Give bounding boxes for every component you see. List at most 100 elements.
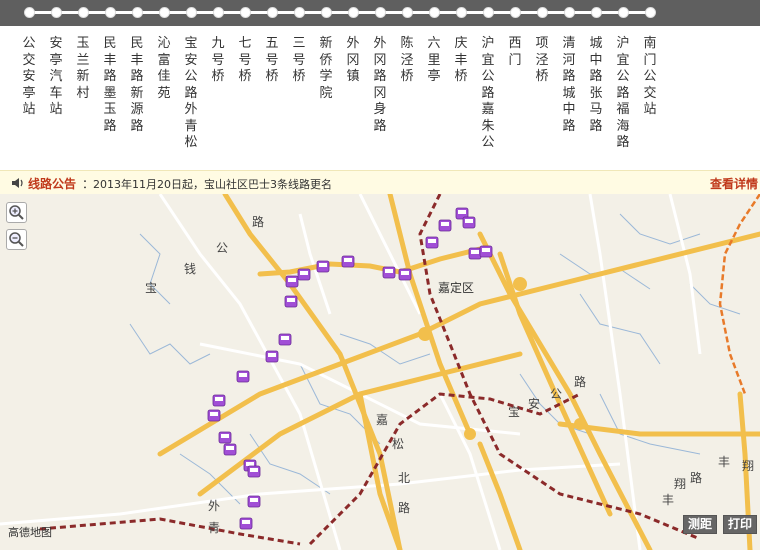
notice-label: 线路公告: [28, 177, 77, 191]
notice-text[interactable]: 2013年11月20日起，宝山社区巴士3条线路更名: [93, 176, 332, 192]
map-canvas[interactable]: 路 公 钱 宝 嘉定区 路 公 安 宝 嘉 松 北 路 外 青 丰 翔 路 翔 …: [0, 194, 760, 550]
route-stop-dot[interactable]: [132, 7, 143, 18]
bus-stop-icon[interactable]: [398, 268, 412, 281]
route-stop-dot[interactable]: [591, 7, 602, 18]
bus-stop-icon[interactable]: [265, 350, 279, 363]
measure-button[interactable]: 测距: [683, 515, 718, 534]
bus-stop-icon[interactable]: [236, 370, 250, 383]
route-stop-name[interactable]: 公交安亭站: [19, 36, 39, 119]
route-stop-name[interactable]: 沁富佳苑: [154, 36, 174, 102]
bus-stop-icon[interactable]: [462, 216, 476, 229]
route-stop-dot[interactable]: [402, 7, 413, 18]
route-stop-dot[interactable]: [483, 7, 494, 18]
route-stop-name[interactable]: 外冈镇: [343, 36, 363, 86]
zoom-in-button[interactable]: [6, 202, 27, 223]
route-stop-dot[interactable]: [186, 7, 197, 18]
bus-stop-icon[interactable]: [479, 245, 493, 258]
route-stop-name[interactable]: 玉兰新村: [73, 36, 93, 102]
route-stop-dot[interactable]: [51, 7, 62, 18]
bus-stop-icon[interactable]: [468, 247, 482, 260]
route-stop-name[interactable]: 沪宜公路福海路: [613, 36, 633, 152]
route-stop-name[interactable]: 民丰路墨玉路: [100, 36, 120, 135]
zoom-out-icon: [9, 232, 24, 247]
route-stop-dot[interactable]: [456, 7, 467, 18]
map-label-road-lu-br: 路: [690, 470, 702, 485]
route-stop-name[interactable]: 安亭汽车站: [46, 36, 66, 119]
map-label-road-xiang: 翔: [742, 459, 754, 473]
route-stop-dot[interactable]: [510, 7, 521, 18]
route-stop-name[interactable]: 民丰路新源路: [127, 36, 147, 135]
print-button[interactable]: 打印: [723, 515, 758, 534]
route-stop-dot[interactable]: [645, 7, 656, 18]
map-label-road-lu-bottom: 路: [398, 500, 410, 515]
notice-more-link[interactable]: 查看详情: [710, 175, 758, 192]
route-stop-name[interactable]: 西门: [505, 36, 525, 69]
route-stop-name[interactable]: 南门公交站: [640, 36, 660, 119]
minor-roads: [0, 194, 702, 550]
route-stop-dot[interactable]: [267, 7, 278, 18]
route-stop-dot[interactable]: [537, 7, 548, 18]
route-stop-name[interactable]: 外冈路冈身路: [370, 36, 390, 135]
map-label-road-feng: 丰: [718, 455, 730, 469]
bus-stop-icon[interactable]: [438, 219, 452, 232]
bus-stop-icon[interactable]: [212, 394, 226, 407]
bus-stop-icon[interactable]: [247, 465, 261, 478]
route-map[interactable]: 路 公 钱 宝 嘉定区 路 公 安 宝 嘉 松 北 路 外 青 丰 翔 路 翔 …: [0, 194, 760, 550]
bus-stop-icon[interactable]: [239, 517, 253, 530]
bus-stop-icon[interactable]: [382, 266, 396, 279]
bus-stop-icon[interactable]: [341, 255, 355, 268]
route-stop-dot[interactable]: [321, 7, 332, 18]
route-stop-dot[interactable]: [240, 7, 251, 18]
route-stop-name[interactable]: 七号桥: [235, 36, 255, 86]
route-stop-name[interactable]: 项泾桥: [532, 36, 552, 86]
route-stop-dot[interactable]: [564, 7, 575, 18]
route-stop-dot[interactable]: [78, 7, 89, 18]
route-stop-list: 公交安亭站 安亭汽车站 玉兰新村 民丰路墨玉路 民丰路新源路 沁富佳苑 宝安公路外青松 九号桥…: [0, 26, 760, 164]
route-stop-name[interactable]: 五号桥: [262, 36, 282, 86]
zoom-out-button[interactable]: [6, 229, 27, 250]
bus-stop-icon[interactable]: [425, 236, 439, 249]
zoom-in-icon: [9, 205, 24, 220]
bus-stop-icon[interactable]: [247, 495, 261, 508]
route-stop-name[interactable]: 新侨学院: [316, 36, 336, 102]
map-label-road-gong-right: 公: [550, 387, 562, 401]
bus-stop-icon[interactable]: [316, 260, 330, 273]
route-stop-dot[interactable]: [159, 7, 170, 18]
route-stop-name[interactable]: 清河路城中路: [559, 36, 579, 135]
route-stop-dot[interactable]: [375, 7, 386, 18]
map-label-district: 嘉定区: [438, 280, 474, 295]
route-stop-name[interactable]: 九号桥: [208, 36, 228, 86]
map-label-road-lu-right: 路: [574, 374, 586, 389]
route-bar: [0, 0, 760, 26]
bus-stop-icon[interactable]: [278, 333, 292, 346]
map-label-road-qian: 钱: [184, 261, 196, 276]
map-credit: 高德地图: [8, 526, 52, 539]
route-stop-dot[interactable]: [294, 7, 305, 18]
route-stop-name[interactable]: 宝安公路外青松: [181, 36, 201, 152]
route-stop-name[interactable]: 沪宜公路嘉朱公: [478, 36, 498, 152]
map-label-road-song: 松: [392, 437, 404, 451]
route-stop-name[interactable]: 陈泾桥: [397, 36, 417, 86]
bus-stop-icon[interactable]: [218, 431, 232, 444]
route-stop-dot[interactable]: [105, 7, 116, 18]
bus-stop-icon[interactable]: [207, 409, 221, 422]
route-stop-dot[interactable]: [429, 7, 440, 18]
rail-orange: [718, 194, 760, 395]
bus-stop-icon[interactable]: [285, 275, 299, 288]
bus-stop-icon[interactable]: [297, 268, 311, 281]
route-stop-dot[interactable]: [213, 7, 224, 18]
map-label-road-gong: 公: [216, 241, 228, 255]
route-stop-name[interactable]: 城中路张马路: [586, 36, 606, 135]
route-stop-name[interactable]: 六里亭: [424, 36, 444, 86]
route-stop-dot[interactable]: [24, 7, 35, 18]
bus-stop-icon[interactable]: [284, 295, 298, 308]
route-stop-dot[interactable]: [618, 7, 629, 18]
map-label-road-xiang2: 翔: [674, 477, 686, 491]
bus-stop-icon[interactable]: [223, 443, 237, 456]
route-stop-dot[interactable]: [348, 7, 359, 18]
speaker-icon: [11, 175, 25, 194]
route-stop-name[interactable]: 三号桥: [289, 36, 309, 86]
map-label-road-bao: 宝: [145, 281, 157, 295]
route-stop-name[interactable]: 庆丰桥: [451, 36, 471, 86]
route-line: [28, 11, 652, 14]
